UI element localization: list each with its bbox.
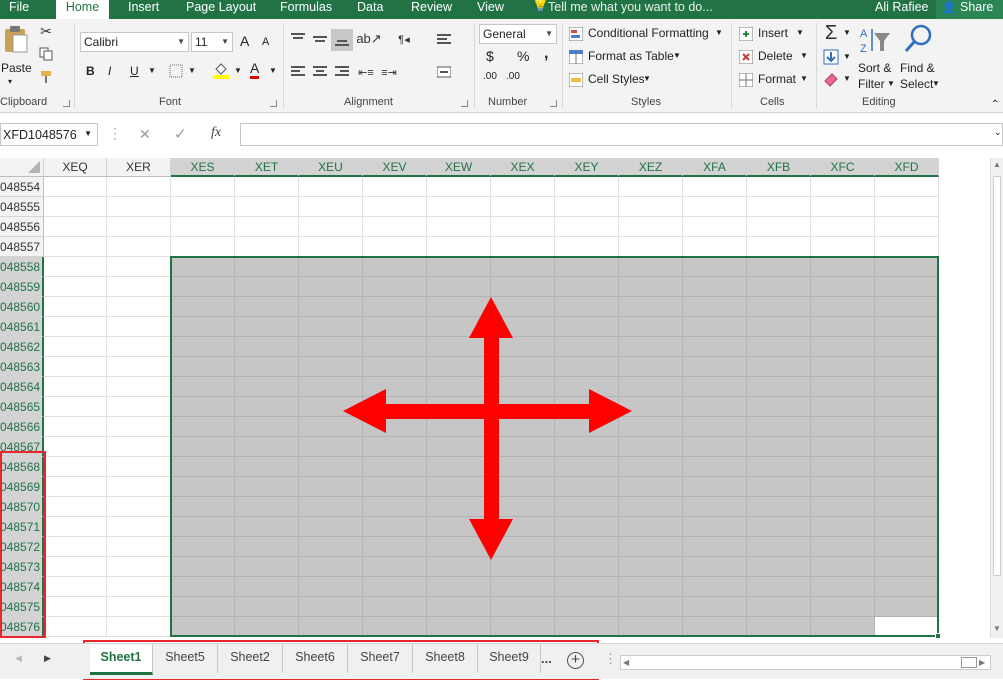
scroll-tabs-left-icon[interactable]: ◀ xyxy=(15,653,22,664)
sheet-tab-sheet9[interactable]: Sheet9 xyxy=(478,644,541,673)
sheet-tab-sheet6[interactable]: Sheet6 xyxy=(283,644,348,673)
sheet-tab-sheet8[interactable]: Sheet8 xyxy=(413,644,478,673)
scrollbar-thumb[interactable] xyxy=(961,657,977,668)
sheet-tab-sheet7[interactable]: Sheet7 xyxy=(348,644,413,673)
scroll-right-icon[interactable]: ▶ xyxy=(979,658,985,667)
sheet-tab-sheet2[interactable]: Sheet2 xyxy=(218,644,283,673)
scroll-tabs-right-icon[interactable]: ▶ xyxy=(44,653,51,664)
annotation-overlay xyxy=(0,297,632,680)
row-header-highlight-box xyxy=(0,451,46,638)
sheet-tab-sheet5[interactable]: Sheet5 xyxy=(153,644,218,673)
horizontal-scrollbar[interactable]: ◀ ▶ xyxy=(620,655,991,670)
four-way-arrow-icon xyxy=(343,297,632,560)
sheet-tab-bar: ◀ ▶ Sheet1 Sheet5 Sheet2 Sheet6 Sheet7 Sheet8… xyxy=(0,643,1003,679)
sheet-tab-sheet1[interactable]: Sheet1 xyxy=(90,644,153,675)
add-sheet-button[interactable]: + xyxy=(567,652,584,669)
more-sheets-button[interactable]: ... xyxy=(541,651,552,666)
scroll-left-icon[interactable]: ◀ xyxy=(623,658,629,667)
tab-splitter-handle[interactable]: ⋮ xyxy=(604,651,617,667)
